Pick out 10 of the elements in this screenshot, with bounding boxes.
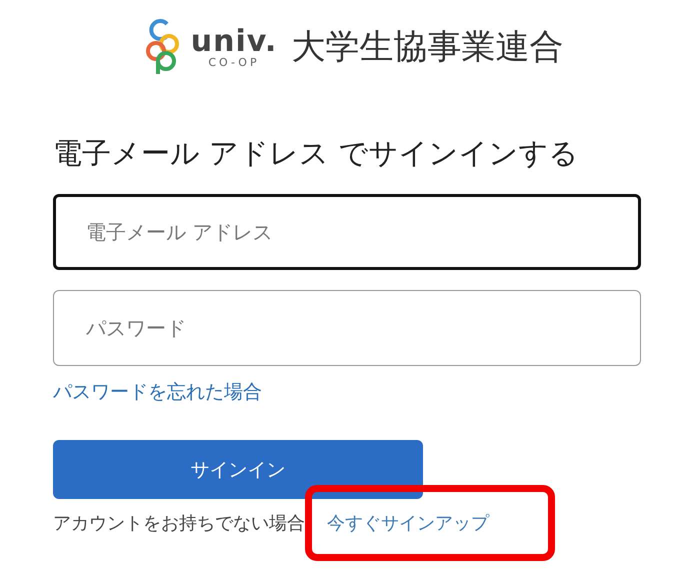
input-field[interactable]: 電子メール アドレス	[53, 194, 641, 270]
input-field[interactable]: パスワード	[53, 290, 641, 366]
no-account-text: アカウントをお持ちでない場合	[53, 512, 305, 535]
page-heading: 電子メール アドレス でサインインする	[53, 135, 580, 172]
logo-wordmark: univ.	[190, 26, 278, 56]
logo-subtext: CO-OP	[208, 56, 260, 68]
sign-in-button[interactable]: サインイン	[53, 440, 423, 499]
sign-up-link[interactable]: 今すぐサインアップ	[327, 513, 489, 534]
forgot-password-link[interactable]: パスワードを忘れた場合	[53, 379, 262, 405]
organization-name: 大学生協事業連合	[291, 26, 564, 69]
